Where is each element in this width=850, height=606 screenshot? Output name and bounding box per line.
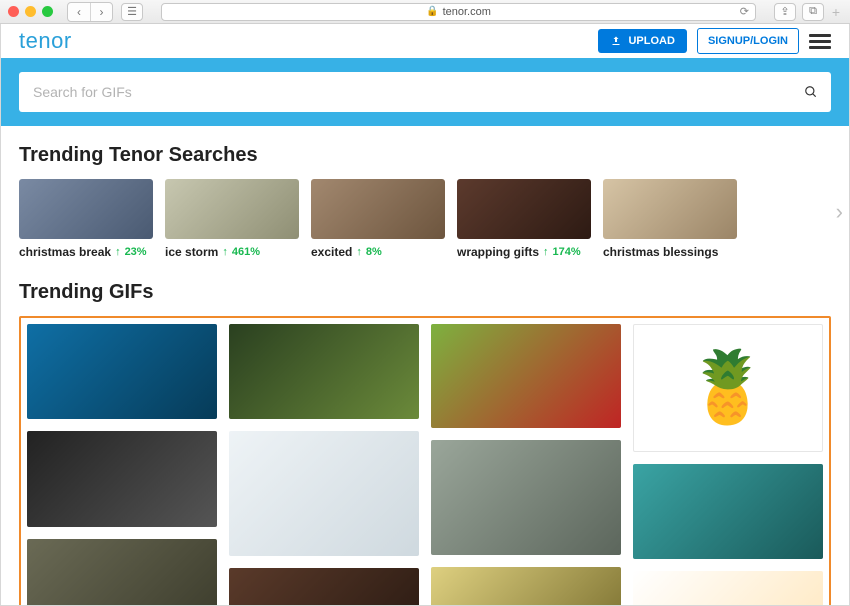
search-card-ice-storm[interactable]: ice storm ↑ 461% (165, 179, 299, 259)
search-thumb (457, 179, 591, 239)
lock-icon: 🔒 (426, 6, 438, 17)
trending-searches-title: Trending Tenor Searches (19, 144, 831, 167)
gif-santa-wreath[interactable] (229, 324, 419, 419)
trend-percent: 174% (553, 246, 581, 258)
search-label: wrapping gifts (457, 245, 539, 259)
gif-dancing-pineapple[interactable]: 🍍 (633, 324, 823, 452)
search-thumb (311, 179, 445, 239)
search-card-christmas-break[interactable]: christmas break ↑ 23% (19, 179, 153, 259)
page-viewport: tenor UPLOAD SIGNUP/LOGIN Trending Tenor… (0, 24, 850, 606)
logo[interactable]: tenor (19, 28, 72, 54)
trend-up-icon: ↑ (115, 246, 121, 258)
trending-searches-row: christmas break ↑ 23% ice storm ↑ 461% e… (19, 179, 831, 259)
search-thumb (603, 179, 737, 239)
trend-up-icon: ↑ (543, 246, 549, 258)
window-close[interactable] (8, 6, 19, 17)
trending-gifs-grid: 🍍 (19, 316, 831, 606)
search-button[interactable] (791, 72, 831, 112)
trend-up-icon: ↑ (356, 246, 362, 258)
tabs-icon[interactable]: ⧉ (802, 3, 824, 21)
search-card-wrapping-gifts[interactable]: wrapping gifts ↑ 174% (457, 179, 591, 259)
search-thumb (165, 179, 299, 239)
gif-cat-cucumber[interactable] (431, 567, 621, 606)
upload-label: UPLOAD (628, 35, 674, 47)
url-host: tenor.com (443, 6, 491, 18)
trend-percent: 23% (125, 246, 147, 258)
search-thumb (19, 179, 153, 239)
window-traffic-lights (8, 6, 53, 17)
gif-danny-devito-wig[interactable] (633, 571, 823, 606)
signup-login-button[interactable]: SIGNUP/LOGIN (697, 28, 799, 54)
trend-up-icon: ↑ (222, 246, 228, 258)
window-zoom[interactable] (42, 6, 53, 17)
share-icon[interactable]: ⇪ (774, 3, 796, 21)
trending-gifs-title: Trending GIFs (19, 281, 831, 304)
forward-button[interactable]: › (90, 3, 112, 21)
search-label: christmas blessings (603, 245, 718, 259)
gif-panda-pool-hall[interactable] (27, 539, 217, 606)
gif-lightsaber-white[interactable] (229, 431, 419, 556)
gif-harry-styles-bw[interactable] (27, 431, 217, 527)
search-label: ice storm (165, 245, 218, 259)
nav-back-forward: ‹ › (67, 2, 113, 22)
search-card-christmas-blessings[interactable]: christmas blessings (603, 179, 737, 259)
new-tab-icon[interactable]: + (830, 4, 842, 20)
sidebar-toggle-icon[interactable]: ☰ (121, 3, 143, 21)
window-minimize[interactable] (25, 6, 36, 17)
upload-button[interactable]: UPLOAD (598, 29, 686, 53)
scroll-right-icon[interactable]: › (836, 199, 843, 225)
reload-icon[interactable]: ⟳ (740, 5, 749, 18)
gif-surprised-man-glasses[interactable] (633, 464, 823, 559)
search-card-excited[interactable]: excited ↑ 8% (311, 179, 445, 259)
back-button[interactable]: ‹ (68, 3, 90, 21)
site-header: tenor UPLOAD SIGNUP/LOGIN (1, 24, 849, 58)
gif-man-closeup-dark[interactable] (229, 568, 419, 606)
search-label: christmas break (19, 245, 111, 259)
search-label: excited (311, 245, 352, 259)
trend-percent: 8% (366, 246, 382, 258)
gif-laughing-talkshow[interactable] (27, 324, 217, 419)
search-band (1, 58, 849, 126)
gif-two-cats[interactable] (431, 440, 621, 555)
search-icon (804, 85, 818, 99)
gif-grinch-santa-hat[interactable] (431, 324, 621, 428)
browser-toolbar: ‹ › ☰ 🔒 tenor.com ⟳ ⇪ ⧉ + (0, 0, 850, 24)
trend-percent: 461% (232, 246, 260, 258)
address-bar[interactable]: 🔒 tenor.com ⟳ (161, 3, 756, 21)
upload-icon (610, 35, 622, 47)
hamburger-icon[interactable] (809, 34, 831, 49)
search-input[interactable] (19, 72, 831, 112)
